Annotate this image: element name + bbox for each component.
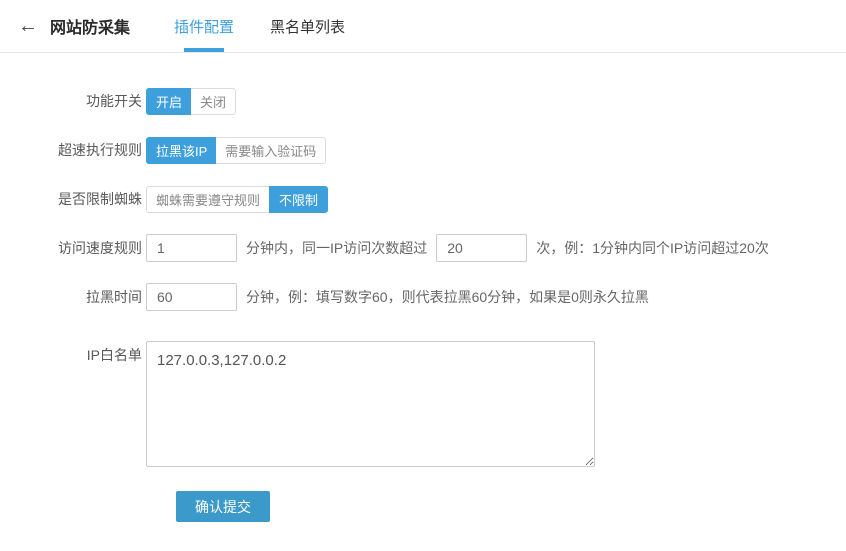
confirm-submit-button[interactable]: 确认提交 [176, 491, 270, 522]
page-title: 网站防采集 [50, 0, 130, 52]
tab-plugin-config[interactable]: 插件配置 [156, 0, 252, 52]
switch-off-button[interactable]: 关闭 [191, 88, 236, 115]
ip-whitelist-textarea[interactable]: 127.0.0.3,127.0.0.2 [146, 341, 595, 467]
ip-whitelist-label: IP白名单 [30, 341, 142, 369]
row-ip-whitelist: IP白名单 127.0.0.3,127.0.0.2 [30, 341, 846, 467]
spider-no-limit-button[interactable]: 不限制 [269, 186, 328, 213]
overspeed-rule-label: 超速执行规则 [30, 136, 142, 164]
switch-on-button[interactable]: 开启 [146, 88, 191, 115]
submit-row: 确认提交 [176, 491, 846, 522]
spider-limit-group: 蜘蛛需要遵守规则 不限制 [146, 186, 328, 213]
function-switch-label: 功能开关 [30, 87, 142, 115]
tab-plugin-config-label: 插件配置 [174, 16, 234, 37]
row-speed-rule: 访问速度规则 分钟内，同一IP访问次数超过 次，例：1分钟内同个IP访问超过20… [30, 234, 846, 262]
page-header: ← 网站防采集 插件配置 黑名单列表 [0, 0, 846, 53]
captcha-button[interactable]: 需要输入验证码 [216, 137, 326, 164]
ban-ip-button[interactable]: 拉黑该IP [146, 137, 216, 164]
row-ban-time: 拉黑时间 分钟，例：填写数字60，则代表拉黑60分钟，如果是0则永久拉黑 [30, 283, 846, 311]
overspeed-rule-group: 拉黑该IP 需要输入验证码 [146, 137, 326, 164]
spider-obey-button[interactable]: 蜘蛛需要遵守规则 [146, 186, 269, 213]
speed-rule-label: 访问速度规则 [30, 234, 142, 262]
tab-blacklist-label: 黑名单列表 [270, 16, 345, 37]
plugin-config-form: 功能开关 开启 关闭 超速执行规则 拉黑该IP 需要输入验证码 是否限制蜘蛛 蜘… [0, 53, 846, 522]
back-arrow-icon[interactable]: ← [18, 0, 38, 52]
row-overspeed-rule: 超速执行规则 拉黑该IP 需要输入验证码 [30, 136, 846, 164]
speed-rule-mid-text: 分钟内，同一IP访问次数超过 [246, 238, 427, 258]
row-function-switch: 功能开关 开启 关闭 [30, 87, 846, 115]
ban-time-input[interactable] [146, 283, 237, 311]
speed-count-input[interactable] [436, 234, 527, 262]
function-switch-group: 开启 关闭 [146, 88, 236, 115]
tab-blacklist[interactable]: 黑名单列表 [252, 0, 363, 52]
speed-rule-end-text: 次，例：1分钟内同个IP访问超过20次 [536, 238, 769, 258]
spider-limit-label: 是否限制蜘蛛 [30, 185, 142, 213]
speed-minutes-input[interactable] [146, 234, 237, 262]
ban-time-hint: 分钟，例：填写数字60，则代表拉黑60分钟，如果是0则永久拉黑 [246, 287, 649, 307]
row-spider-limit: 是否限制蜘蛛 蜘蛛需要遵守规则 不限制 [30, 185, 846, 213]
ban-time-label: 拉黑时间 [30, 283, 142, 311]
